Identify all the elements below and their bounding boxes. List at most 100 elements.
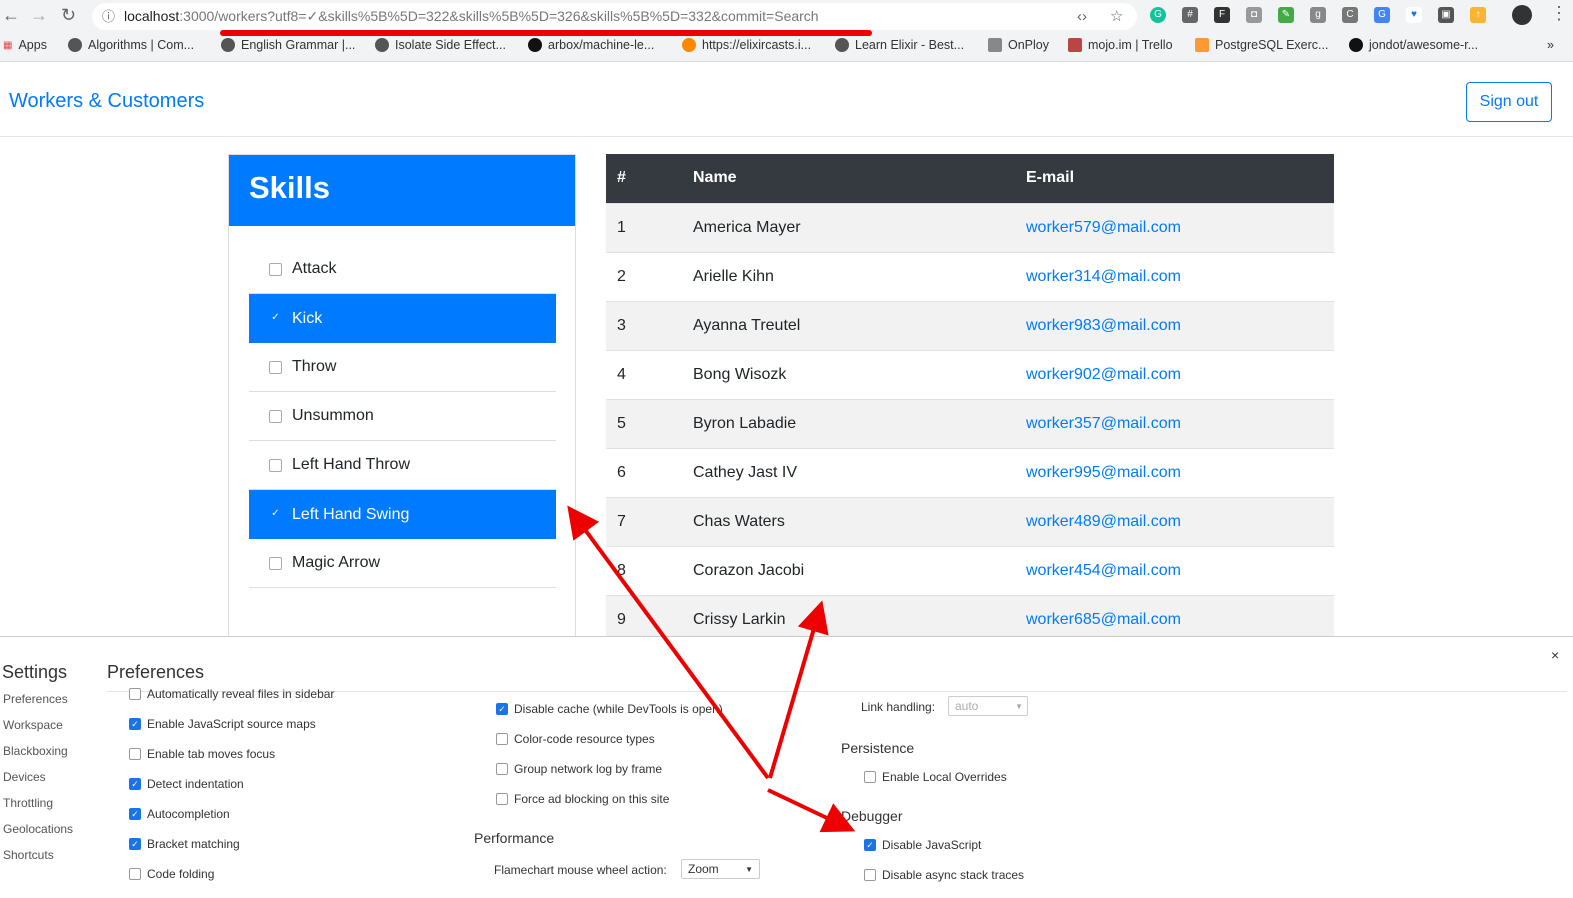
- setting-option[interactable]: ✓ Enable JavaScript source maps: [129, 717, 316, 731]
- setting-option[interactable]: Disable async stack traces: [864, 868, 1024, 882]
- bookmark[interactable]: Isolate Side Effect...: [375, 38, 506, 52]
- skill-item[interactable]: Left Hand Throw: [249, 441, 556, 490]
- setting-option[interactable]: Color-code resource types: [496, 732, 655, 746]
- setting-option[interactable]: ✓ Autocompletion: [129, 807, 230, 821]
- settings-tab-preferences[interactable]: Preferences: [3, 692, 68, 706]
- extension-icon[interactable]: g: [1310, 7, 1326, 23]
- back-icon[interactable]: ←: [2, 5, 20, 26]
- link-handling-select[interactable]: auto ▼: [948, 696, 1028, 716]
- settings-tab-devices[interactable]: Devices: [3, 770, 46, 784]
- bookmark[interactable]: Algorithms | Com...: [68, 38, 194, 52]
- close-icon[interactable]: ×: [1551, 647, 1559, 663]
- bookmark-folder[interactable]: OnPloy: [988, 38, 1049, 52]
- checkbox[interactable]: ✓: [129, 718, 141, 730]
- bookmark[interactable]: jondot/awesome-r...: [1349, 38, 1478, 52]
- worker-email-link[interactable]: worker983@mail.com: [1026, 317, 1181, 334]
- skill-item[interactable]: ✓ Kick: [249, 294, 556, 343]
- bookmark[interactable]: English Grammar |...: [221, 38, 355, 52]
- skill-item[interactable]: Throw: [249, 343, 556, 392]
- js-blocked-icon[interactable]: ‹›: [1077, 3, 1087, 30]
- worker-email-link[interactable]: worker314@mail.com: [1026, 268, 1181, 285]
- dropdown-arrow-icon: ▼: [745, 865, 753, 874]
- settings-tab-throttling[interactable]: Throttling: [3, 796, 53, 810]
- setting-option[interactable]: ✓ Bracket matching: [129, 837, 240, 851]
- bookmark[interactable]: arbox/machine-le...: [528, 38, 654, 52]
- checkbox[interactable]: [864, 771, 876, 783]
- checkbox[interactable]: [129, 748, 141, 760]
- checkbox[interactable]: [496, 793, 508, 805]
- option-label: Group network log by frame: [514, 762, 663, 776]
- extension-icon[interactable]: ♥: [1406, 7, 1422, 23]
- extension-icon[interactable]: #: [1182, 7, 1198, 23]
- setting-option[interactable]: Force ad blocking on this site: [496, 792, 669, 806]
- settings-tab-geolocations[interactable]: Geolocations: [3, 822, 73, 836]
- checkbox[interactable]: [129, 688, 141, 700]
- skill-checkbox[interactable]: [269, 556, 282, 570]
- col-header-number: #: [606, 154, 693, 203]
- setting-option[interactable]: Group network log by frame: [496, 762, 662, 776]
- worker-email-link[interactable]: worker685@mail.com: [1026, 611, 1181, 628]
- info-icon[interactable]: ⓘ: [102, 3, 115, 30]
- extension-icon[interactable]: F: [1214, 7, 1230, 23]
- grammarly-icon[interactable]: G: [1150, 7, 1166, 23]
- bookmark[interactable]: mojo.im | Trello: [1068, 38, 1173, 52]
- checkbox[interactable]: ✓: [129, 838, 141, 850]
- skill-checkbox[interactable]: ✓: [269, 508, 282, 521]
- skill-checkbox[interactable]: [269, 360, 282, 374]
- settings-tab-workspace[interactable]: Workspace: [3, 718, 63, 732]
- table-row: 3 Ayanna Treutel worker983@mail.com: [606, 300, 1334, 350]
- checkbox[interactable]: ✓: [129, 778, 141, 790]
- extension-icon[interactable]: C: [1342, 7, 1358, 23]
- star-icon[interactable]: ☆: [1110, 3, 1123, 30]
- brand-link[interactable]: Workers & Customers: [9, 90, 204, 113]
- skill-item[interactable]: ✓ Left Hand Swing: [249, 490, 556, 539]
- bookmark[interactable]: Learn Elixir - Best...: [835, 38, 964, 52]
- setting-option[interactable]: Automatically reveal files in sidebar: [129, 687, 334, 701]
- forward-icon[interactable]: →: [30, 5, 48, 26]
- checkbox[interactable]: ✓: [129, 808, 141, 820]
- checkbox[interactable]: [496, 733, 508, 745]
- worker-email-link[interactable]: worker357@mail.com: [1026, 415, 1181, 432]
- bookmark[interactable]: PostgreSQL Exerc...: [1195, 38, 1328, 52]
- skill-checkbox[interactable]: [269, 409, 282, 423]
- worker-email-link[interactable]: worker489@mail.com: [1026, 513, 1181, 530]
- checkbox[interactable]: [864, 869, 876, 881]
- checkbox[interactable]: ✓: [496, 703, 508, 715]
- checkbox[interactable]: [129, 868, 141, 880]
- skill-item[interactable]: Unsummon: [249, 392, 556, 441]
- checkbox[interactable]: ✓: [864, 839, 876, 851]
- setting-option[interactable]: Enable Local Overrides: [864, 770, 1007, 784]
- menu-icon[interactable]: ⋮: [1550, 3, 1568, 24]
- setting-option[interactable]: ✓ Detect indentation: [129, 777, 244, 791]
- camera-icon[interactable]: ◘: [1246, 7, 1262, 23]
- skill-checkbox[interactable]: [269, 262, 282, 276]
- avatar[interactable]: [1512, 5, 1532, 25]
- extension-icon[interactable]: ▣: [1438, 7, 1454, 23]
- flamechart-select[interactable]: Zoom ▼: [681, 859, 760, 879]
- skill-item[interactable]: Attack: [249, 245, 556, 294]
- bookmark[interactable]: https://elixircasts.i...: [682, 38, 811, 52]
- worker-email-link[interactable]: worker902@mail.com: [1026, 366, 1181, 383]
- setting-option[interactable]: ✓ Disable cache (while DevTools is open): [496, 702, 723, 716]
- settings-tab-shortcuts[interactable]: Shortcuts: [3, 848, 54, 862]
- settings-tab-blackboxing[interactable]: Blackboxing: [3, 744, 68, 758]
- setting-option[interactable]: Code folding: [129, 867, 214, 881]
- worker-email-link[interactable]: worker579@mail.com: [1026, 219, 1181, 236]
- evernote-icon[interactable]: ✎: [1278, 7, 1294, 23]
- more-bookmarks[interactable]: »: [1547, 38, 1554, 52]
- setting-option[interactable]: Enable tab moves focus: [129, 747, 275, 761]
- checkbox[interactable]: [496, 763, 508, 775]
- skill-checkbox[interactable]: ✓: [269, 312, 282, 325]
- reload-icon[interactable]: ↻: [61, 5, 76, 26]
- extension-icon[interactable]: ↑: [1470, 7, 1486, 23]
- app-navbar: Workers & Customers Sign out: [0, 62, 1573, 137]
- skill-item[interactable]: Magic Arrow: [249, 539, 556, 588]
- worker-email-link[interactable]: worker995@mail.com: [1026, 464, 1181, 481]
- sign-out-button[interactable]: Sign out: [1466, 82, 1552, 122]
- bookmark-apps[interactable]: ▦ Apps: [3, 38, 47, 52]
- translate-icon[interactable]: G: [1374, 7, 1390, 23]
- worker-email-link[interactable]: worker454@mail.com: [1026, 562, 1181, 579]
- address-bar[interactable]: ⓘ localhost:3000/workers?utf8=✓&skills%5…: [92, 3, 1137, 30]
- setting-option[interactable]: ✓ Disable JavaScript: [864, 838, 981, 852]
- skill-checkbox[interactable]: [269, 458, 282, 472]
